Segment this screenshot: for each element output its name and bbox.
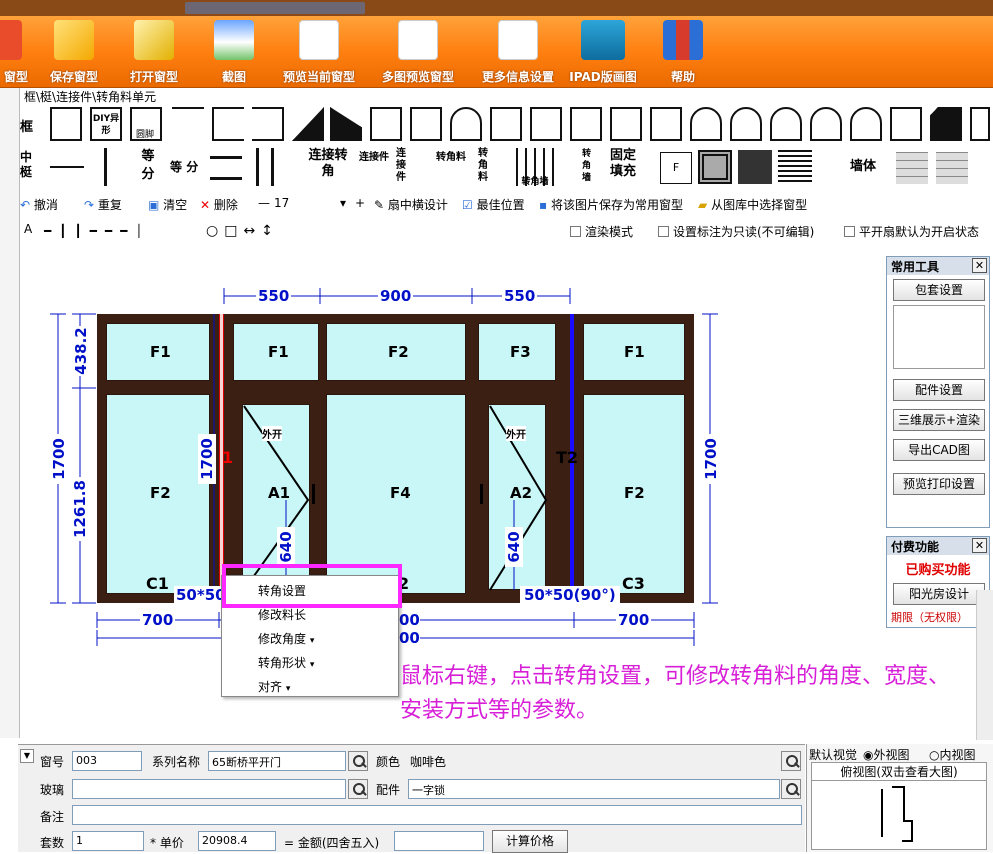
dim-left-total[interactable]: 1700 <box>50 434 68 484</box>
print-preview-button[interactable]: 预览打印设置 <box>893 473 985 495</box>
inner-view-radio[interactable]: ○内视图 <box>929 746 976 763</box>
search-icon[interactable] <box>348 779 368 799</box>
pane-label: F2 <box>388 343 409 361</box>
radio-icon: ○ <box>929 748 940 762</box>
submenu-arrow-icon: ▾ <box>285 684 291 694</box>
dim-left-upper[interactable]: 438.2 <box>72 326 90 376</box>
window-info-form: ▼ 窗号 003 系列名称 65断桥平开门 颜色 咖啡色 玻璃 配件 一字锁 备… <box>18 744 805 853</box>
close-icon[interactable]: ✕ <box>972 538 987 553</box>
dim-left-lower[interactable]: 1261.8 <box>71 477 89 541</box>
close-icon[interactable]: ✕ <box>972 258 987 273</box>
dim-right-total[interactable]: 1700 <box>702 434 720 484</box>
pane-label: F4 <box>390 484 411 502</box>
common-tools-panel: 常用工具 ✕ 包套设置 配件设置 三维展示+渲染 导出CAD图 预览打印设置 <box>886 256 990 528</box>
3d-render-button[interactable]: 三维展示+渲染 <box>893 409 985 431</box>
corner-label-red: 1 <box>222 448 234 467</box>
open-direction-label: 外开 <box>506 426 526 441</box>
preview-box <box>893 305 985 369</box>
submenu-arrow-icon: ▾ <box>309 636 315 646</box>
search-icon[interactable] <box>781 751 801 771</box>
dim-bottom-mid[interactable]: 00 <box>399 611 420 629</box>
corner-label-c3: C3 <box>622 574 645 593</box>
collapse-icon[interactable]: ▼ <box>20 749 34 763</box>
paid-features-panel: 付费功能 ✕ 已购买功能 阳光房设计 期限（无权限） <box>886 536 990 628</box>
corner-label-t2: T2 <box>556 448 579 467</box>
menu-item-align[interactable]: 对齐 ▾ <box>258 678 290 695</box>
pane-label: A2 <box>510 484 533 502</box>
series-field[interactable]: 65断桥平开门 <box>208 751 346 771</box>
search-icon[interactable] <box>348 751 368 771</box>
window-no-field[interactable]: 003 <box>72 751 142 771</box>
default-view-label: 默认视觉 <box>809 748 858 762</box>
purchased-label: 已购买功能 <box>905 563 971 578</box>
dim-bottom-left[interactable]: 700 <box>140 611 176 629</box>
calculate-price-button[interactable]: 计算价格 <box>492 830 568 853</box>
radio-checked-icon: ◉ <box>863 748 874 762</box>
dim-top-1[interactable]: 550 <box>256 287 292 305</box>
dim-handle-left[interactable]: 640 <box>277 527 295 567</box>
wrap-settings-button[interactable]: 包套设置 <box>893 279 985 301</box>
corner-size-right[interactable]: 50*50(90°) <box>520 586 620 604</box>
dim-top-3[interactable]: 550 <box>502 287 538 305</box>
menu-item-corner-shape[interactable]: 转角形状 ▾ <box>258 654 314 671</box>
window-no-label: 窗号 <box>40 755 65 769</box>
annotation-note: 鼠标右键，点击转角设置，可修改转角料的角度、宽度、安装方式等的参数。 <box>400 664 951 723</box>
total-label: = 金额(四舍五入) <box>284 836 380 850</box>
dim-bottom-total[interactable]: 00 <box>399 629 420 647</box>
expiry-label: 期限（无权限） <box>891 611 968 624</box>
total-field[interactable] <box>394 831 484 851</box>
price-label: * 单价 <box>150 836 184 850</box>
top-view-box[interactable]: 俯视图(双击查看大图) <box>811 762 987 850</box>
pane-label: F2 <box>150 484 171 502</box>
price-field[interactable]: 20908.4 <box>198 831 276 851</box>
search-icon[interactable] <box>781 779 801 799</box>
sunroom-button[interactable]: 阳光房设计 <box>893 583 985 605</box>
pane-label: F1 <box>150 343 171 361</box>
corner-label-c1: C1 <box>146 574 169 593</box>
glass-label: 玻璃 <box>40 783 65 797</box>
panel-title: 付费功能 <box>891 540 940 554</box>
fitting-label: 配件 <box>376 783 401 797</box>
pane-label: A1 <box>268 484 291 502</box>
color-label: 颜色 <box>376 755 401 769</box>
remark-label: 备注 <box>40 810 65 824</box>
dim-handle-right[interactable]: 640 <box>505 527 523 567</box>
sets-field[interactable]: 1 <box>72 831 144 851</box>
glass-field[interactable] <box>72 779 346 799</box>
fitting-field[interactable]: 一字锁 <box>408 779 780 799</box>
submenu-arrow-icon: ▾ <box>309 660 315 670</box>
pane-label: F1 <box>624 343 645 361</box>
export-cad-button[interactable]: 导出CAD图 <box>893 439 985 461</box>
pane-label: F2 <box>624 484 645 502</box>
color-value[interactable]: 咖啡色 <box>410 753 446 770</box>
corner-size-left[interactable]: 50*50 <box>174 586 228 604</box>
open-direction-label: 外开 <box>262 426 282 441</box>
sets-label: 套数 <box>40 836 65 850</box>
dim-top-2[interactable]: 900 <box>378 287 414 305</box>
dim-corner-height[interactable]: 1700 <box>198 434 216 484</box>
top-view-drawing <box>881 786 913 842</box>
fitting-settings-button[interactable]: 配件设置 <box>893 379 985 401</box>
highlight-box <box>222 564 402 608</box>
menu-item-edit-length[interactable]: 修改料长 <box>258 606 306 623</box>
handle-right <box>480 484 483 504</box>
vertical-scrollbar[interactable] <box>976 590 993 740</box>
view-preview-panel: 默认视觉 ◉外视图 ○内视图 俯视图(双击查看大图) <box>806 744 993 852</box>
series-label: 系列名称 <box>152 755 201 769</box>
menu-item-edit-angle[interactable]: 修改角度 ▾ <box>258 630 314 647</box>
pane-label: F1 <box>268 343 289 361</box>
panel-title: 常用工具 <box>891 260 940 274</box>
pane-label: F3 <box>510 343 531 361</box>
outer-view-radio[interactable]: ◉外视图 <box>863 746 910 763</box>
remark-field[interactable] <box>72 805 802 825</box>
dim-bottom-right[interactable]: 700 <box>616 611 652 629</box>
handle-left <box>312 484 315 504</box>
